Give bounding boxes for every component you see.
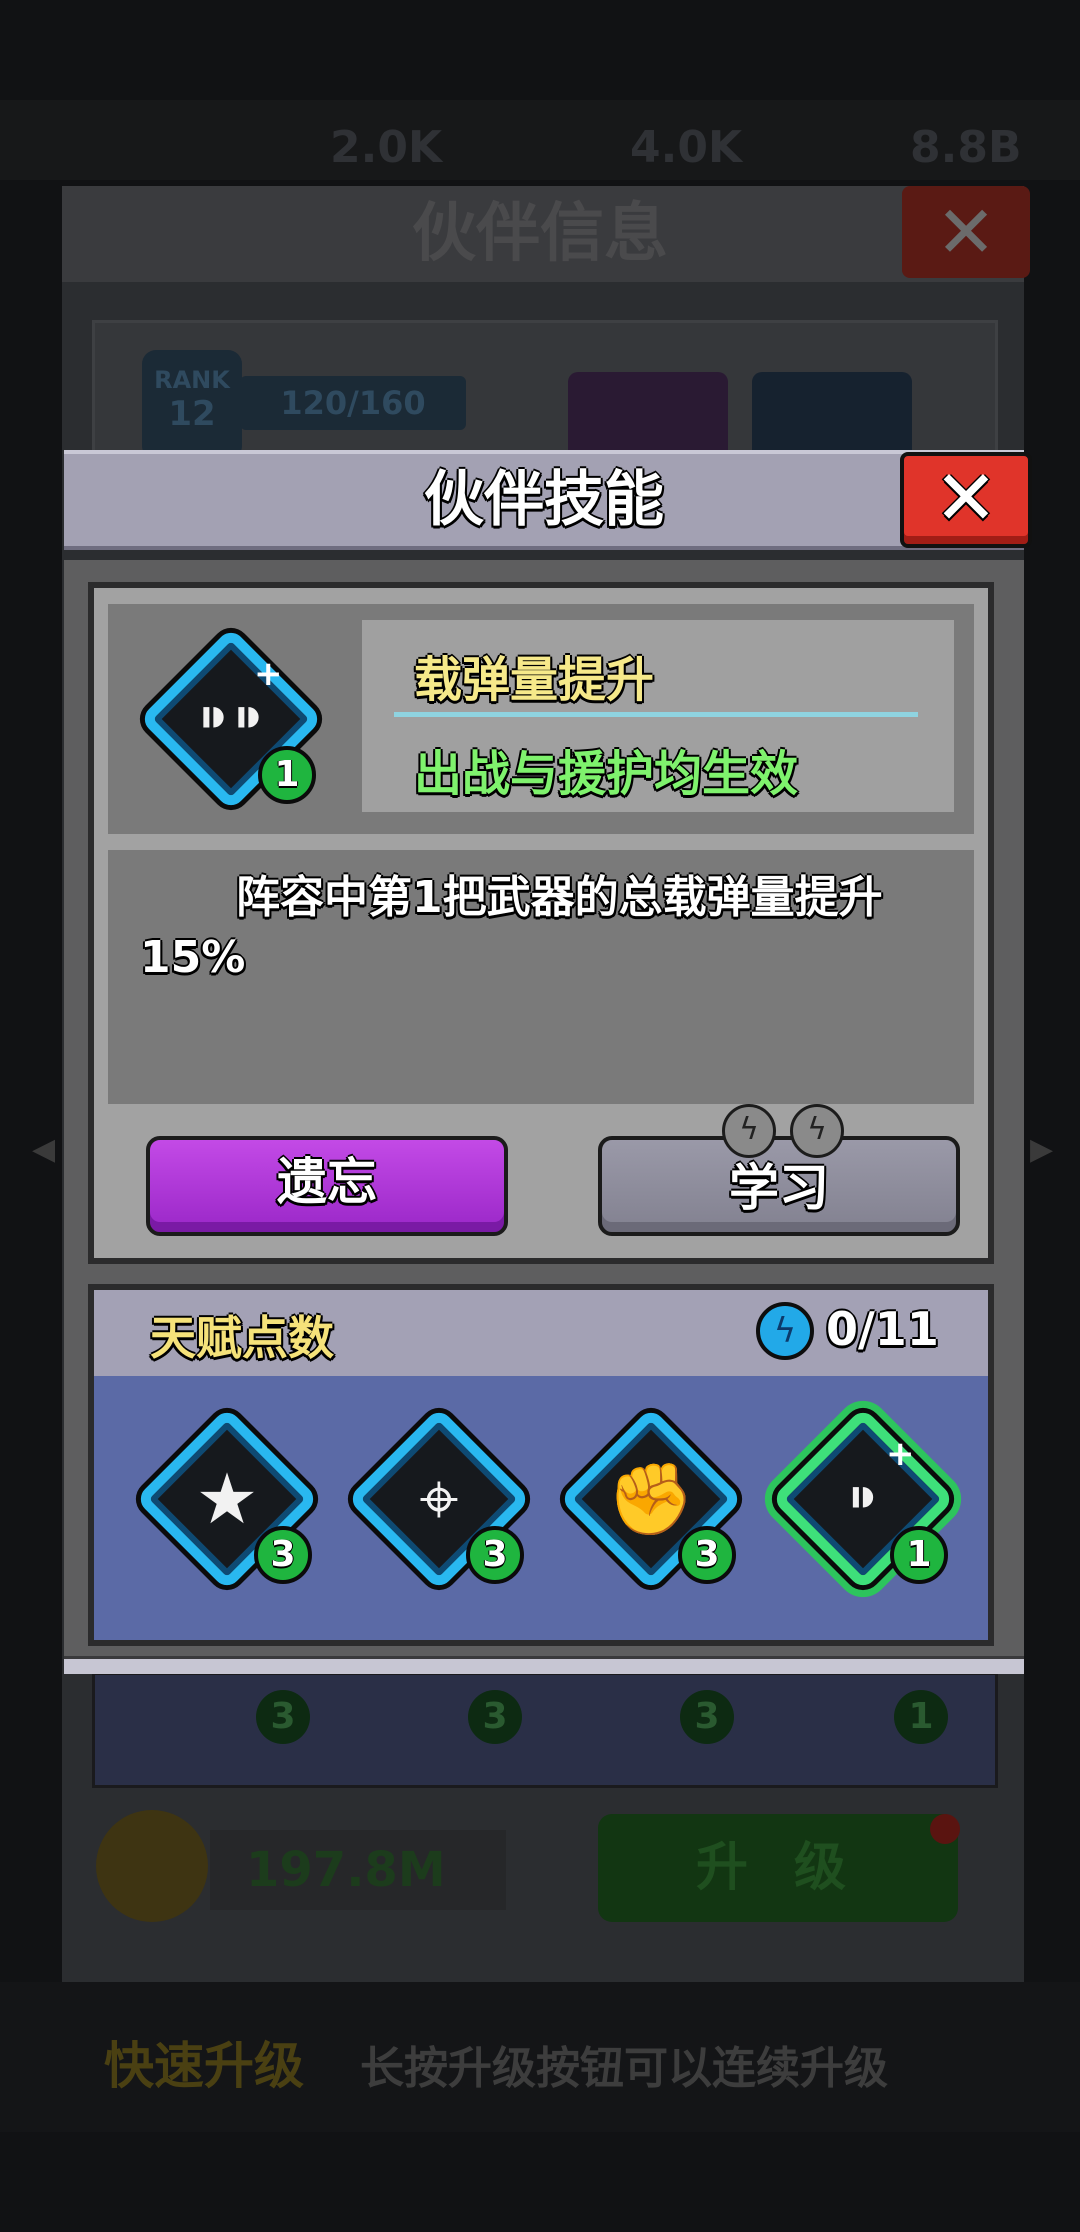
arrow-left-icon: ◀ bbox=[32, 1132, 56, 1167]
arrow-right-icon: ▶ bbox=[1030, 1132, 1054, 1167]
talent-skill-1[interactable]: ★ 3 bbox=[132, 1404, 322, 1594]
divider bbox=[394, 712, 918, 717]
skill-level-badge: 3 bbox=[678, 1526, 736, 1584]
skill-name: 载弹量提升 bbox=[414, 652, 655, 708]
background-talent-level: 3 bbox=[680, 1690, 734, 1744]
learn-button-label: 学习 bbox=[729, 1159, 829, 1217]
background-talent-panel bbox=[92, 1672, 998, 1788]
background-talent-level: 1 bbox=[894, 1690, 948, 1744]
background-talent-level: 3 bbox=[256, 1690, 310, 1744]
forget-button[interactable]: 遗忘 bbox=[146, 1136, 508, 1236]
skill-effect: 出战与援护均生效 bbox=[414, 746, 799, 802]
notification-dot bbox=[930, 1814, 960, 1844]
background-resource-2: 4.0K bbox=[630, 122, 743, 173]
lightning-icon: ϟ bbox=[790, 1104, 844, 1158]
close-icon: ✕ bbox=[935, 190, 997, 274]
plus-icon: + bbox=[886, 1434, 915, 1474]
talent-skill-3[interactable]: ✊ 3 bbox=[556, 1404, 746, 1594]
background-coin-amount: 197.8M bbox=[210, 1830, 506, 1910]
skill-level-badge: 1 bbox=[890, 1526, 948, 1584]
rank-value: 12 bbox=[168, 394, 216, 434]
background-rank-progress: 120/160 bbox=[240, 376, 466, 430]
background-rank-badge: RANK 12 bbox=[142, 350, 242, 460]
talent-title: 天赋点数 bbox=[150, 1311, 334, 1365]
selected-skill-icon: ⁍⁍ + 1 bbox=[136, 624, 326, 814]
skill-description: 阵容中第1把武器的总载弹量提升15% bbox=[140, 872, 883, 983]
background-talent-level: 3 bbox=[468, 1690, 522, 1744]
background-resource-3: 8.8B bbox=[910, 122, 1022, 173]
skill-level-badge: 1 bbox=[258, 746, 316, 804]
learn-button[interactable]: 学习 bbox=[598, 1136, 960, 1236]
modal-title: 伙伴技能 bbox=[424, 465, 664, 535]
rank-label: RANK bbox=[154, 366, 230, 394]
background-upgrade-button: 升 级 bbox=[598, 1814, 958, 1922]
lightning-icon: ϟ bbox=[722, 1104, 776, 1158]
talent-skill-4[interactable]: ⁍ + 1 bbox=[768, 1404, 958, 1594]
close-icon: ✕ bbox=[934, 453, 998, 542]
modal-footer bbox=[64, 1656, 1024, 1674]
background-tip-title: 快速升级 bbox=[104, 2037, 304, 2095]
talent-skill-2[interactable]: ⌖ 3 bbox=[344, 1404, 534, 1594]
plus-icon: + bbox=[254, 654, 283, 694]
close-button[interactable]: ✕ bbox=[900, 452, 1032, 548]
skill-level-badge: 3 bbox=[254, 1526, 312, 1584]
forget-button-label: 遗忘 bbox=[277, 1153, 377, 1211]
background-tip-text: 长按升级按钮可以连续升级 bbox=[360, 2043, 888, 2094]
coin-icon bbox=[96, 1810, 208, 1922]
background-resource-1: 2.0K bbox=[330, 122, 443, 173]
skill-level-badge: 3 bbox=[466, 1526, 524, 1584]
background-close-button: ✕ bbox=[902, 186, 1030, 278]
lightning-icon: ϟ bbox=[756, 1302, 814, 1360]
talent-point-count: 0/11 bbox=[826, 1302, 939, 1356]
